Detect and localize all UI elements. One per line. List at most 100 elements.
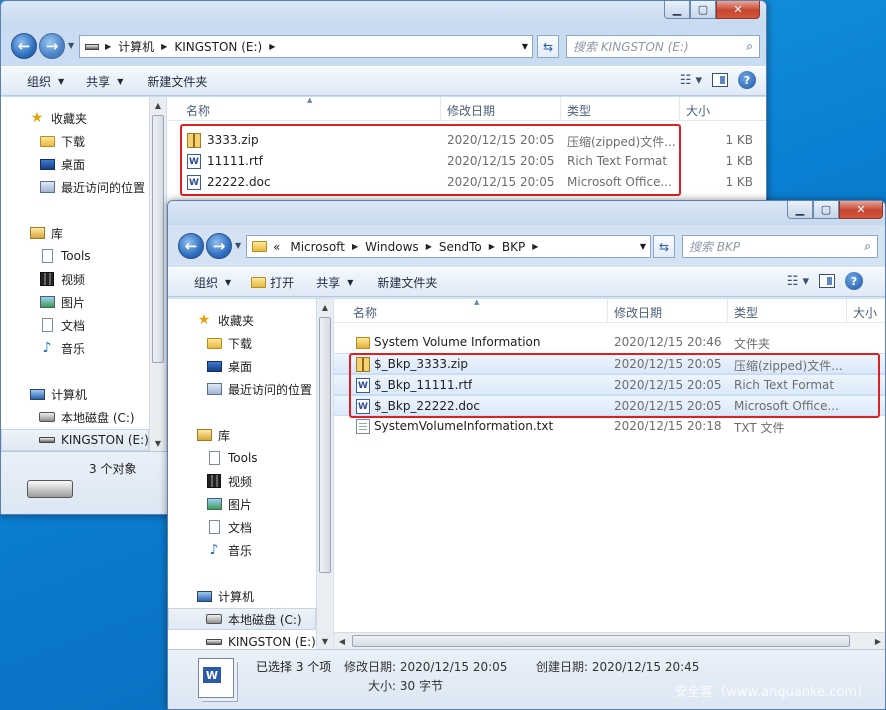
nav-downloads[interactable]: 下载 (168, 332, 316, 354)
search-input[interactable]: 搜索 BKP ⌕ (682, 235, 878, 258)
nav-desktop[interactable]: 桌面 (168, 355, 316, 377)
scrollbar-thumb[interactable] (352, 635, 850, 647)
nav-recent[interactable]: 最近访问的位置 (168, 378, 316, 400)
organize-button[interactable]: 组织 ▼ (27, 73, 64, 90)
minimize-button[interactable]: ▁ (787, 201, 813, 219)
nav-videos[interactable]: 视频 (168, 470, 316, 492)
breadcrumb-sendto[interactable]: SendTo (439, 240, 482, 254)
file-row[interactable]: $_Bkp_3333.zip 2020/12/15 20:05 压缩(zippe… (334, 353, 885, 374)
back-button[interactable]: ← (178, 233, 204, 259)
nav-kingston[interactable]: KINGSTON (E:) (1, 429, 149, 451)
share-button[interactable]: 共享 ▼ (316, 274, 353, 291)
share-button[interactable]: 共享 ▼ (86, 73, 123, 90)
nav-scrollbar[interactable]: ▲ ▼ (316, 299, 333, 649)
address-dropdown-icon[interactable]: ▼ (522, 42, 528, 51)
close-button[interactable]: ✕ (716, 1, 760, 19)
file-row[interactable]: System Volume Information 2020/12/15 20:… (334, 332, 885, 353)
breadcrumb-windows[interactable]: Windows (365, 240, 419, 254)
file-row[interactable]: W 22222.doc 2020/12/15 20:05 Microsoft O… (167, 172, 766, 193)
breadcrumb-computer[interactable]: 计算机 (118, 38, 154, 55)
nav-tools[interactable]: Tools (1, 245, 149, 267)
nav-local-disk[interactable]: 本地磁盘 (C:) (168, 608, 316, 630)
scroll-down-icon[interactable]: ▼ (150, 435, 166, 451)
navigation-pane: ★ 收藏夹 下载 桌面 最近访问的位置 库 Tools 视频 图片 文档 ♪ 音乐 (1, 97, 149, 451)
column-type[interactable]: 类型 (734, 304, 758, 321)
scrollbar-thumb[interactable] (319, 317, 331, 573)
open-button[interactable]: 打开 (251, 274, 294, 291)
nav-documents[interactable]: 文档 (168, 516, 316, 538)
forward-button[interactable]: → (39, 33, 65, 59)
nav-music[interactable]: ♪ 音乐 (1, 337, 149, 359)
nav-documents[interactable]: 文档 (1, 314, 149, 336)
view-options-icon[interactable]: ☷ ▾ (787, 274, 809, 289)
nav-libraries[interactable]: 库 (1, 222, 149, 244)
help-icon[interactable]: ? (738, 71, 756, 89)
nav-pictures[interactable]: 图片 (168, 493, 316, 515)
maximize-button[interactable]: ▢ (813, 201, 839, 219)
nav-local-disk[interactable]: 本地磁盘 (C:) (1, 406, 149, 428)
file-row[interactable]: W $_Bkp_22222.doc 2020/12/15 20:05 Micro… (334, 395, 885, 416)
folder-icon (356, 337, 370, 349)
refresh-button[interactable]: ⇆ (653, 235, 675, 258)
refresh-button[interactable]: ⇆ (537, 35, 559, 58)
nav-downloads[interactable]: 下载 (1, 130, 149, 152)
column-size[interactable]: 大小 (686, 102, 710, 119)
help-icon[interactable]: ? (845, 272, 863, 290)
close-button[interactable]: ✕ (839, 201, 883, 219)
breadcrumb-overflow[interactable]: « (273, 240, 280, 254)
nav-libraries[interactable]: 库 (168, 424, 316, 446)
file-row[interactable]: W $_Bkp_11111.rtf 2020/12/15 20:05 Rich … (334, 374, 885, 395)
scroll-up-icon[interactable]: ▲ (150, 97, 166, 113)
column-date[interactable]: 修改日期 (614, 304, 662, 321)
scroll-left-icon[interactable]: ◀ (334, 633, 350, 649)
nav-pictures[interactable]: 图片 (1, 291, 149, 313)
scrollbar-thumb[interactable] (152, 115, 164, 363)
address-bar[interactable]: « Microsoft ▶ Windows ▶ SendTo ▶ BKP ▶ ▼ (246, 235, 651, 258)
address-bar[interactable]: ▶ 计算机 ▶ KINGSTON (E:) ▶ ▼ (79, 35, 533, 58)
column-size[interactable]: 大小 (853, 304, 877, 321)
title-bar: ▁ ▢ ✕ (168, 201, 885, 225)
address-dropdown-icon[interactable]: ▼ (640, 242, 646, 251)
scroll-right-icon[interactable]: ▶ (870, 633, 885, 649)
recent-pages-dropdown[interactable]: ▼ (68, 41, 74, 50)
nav-favorites[interactable]: ★ 收藏夹 (168, 309, 316, 331)
maximize-button[interactable]: ▢ (690, 1, 716, 19)
nav-videos[interactable]: 视频 (1, 268, 149, 290)
preview-pane-icon[interactable] (712, 73, 728, 87)
scroll-up-icon[interactable]: ▲ (317, 299, 333, 315)
column-type[interactable]: 类型 (567, 102, 591, 119)
breadcrumb-bkp[interactable]: BKP (502, 240, 525, 254)
created-date: 创建日期: 2020/12/15 20:45 (536, 660, 700, 674)
nav-desktop[interactable]: 桌面 (1, 153, 149, 175)
back-button[interactable]: ← (11, 33, 37, 59)
new-folder-button[interactable]: 新建文件夹 (377, 274, 437, 291)
nav-computer[interactable]: 计算机 (168, 585, 316, 607)
computer-icon (29, 388, 45, 400)
nav-kingston[interactable]: KINGSTON (E:) (168, 631, 316, 649)
view-options-icon[interactable]: ☷ ▾ (680, 73, 702, 88)
nav-tools[interactable]: Tools (168, 447, 316, 469)
new-folder-button[interactable]: 新建文件夹 (147, 73, 207, 90)
minimize-button[interactable]: ▁ (664, 1, 690, 19)
column-name[interactable]: 名称 (353, 304, 377, 321)
forward-button[interactable]: → (206, 233, 232, 259)
star-icon: ★ (197, 312, 211, 328)
nav-favorites[interactable]: ★ 收藏夹 (1, 107, 149, 129)
nav-computer[interactable]: 计算机 (1, 383, 149, 405)
preview-pane-icon[interactable] (819, 274, 835, 288)
nav-recent[interactable]: 最近访问的位置 (1, 176, 149, 198)
file-row[interactable]: SystemVolumeInformation.txt 2020/12/15 2… (334, 416, 885, 437)
breadcrumb-microsoft[interactable]: Microsoft (290, 240, 345, 254)
scroll-down-icon[interactable]: ▼ (317, 633, 333, 649)
search-input[interactable]: 搜索 KINGSTON (E:) ⌕ (566, 35, 760, 58)
recent-pages-dropdown[interactable]: ▼ (235, 241, 241, 250)
file-row[interactable]: 3333.zip 2020/12/15 20:05 压缩(zipped)文件..… (167, 130, 766, 151)
breadcrumb-kingston[interactable]: KINGSTON (E:) (174, 40, 262, 54)
file-row[interactable]: W 11111.rtf 2020/12/15 20:05 Rich Text F… (167, 151, 766, 172)
horizontal-scrollbar[interactable]: ◀ ▶ (334, 632, 885, 649)
nav-music[interactable]: ♪ 音乐 (168, 539, 316, 561)
nav-scrollbar[interactable]: ▲ ▼ (149, 97, 166, 451)
column-date[interactable]: 修改日期 (447, 102, 495, 119)
column-name[interactable]: 名称 (186, 102, 210, 119)
organize-button[interactable]: 组织 ▼ (194, 274, 231, 291)
